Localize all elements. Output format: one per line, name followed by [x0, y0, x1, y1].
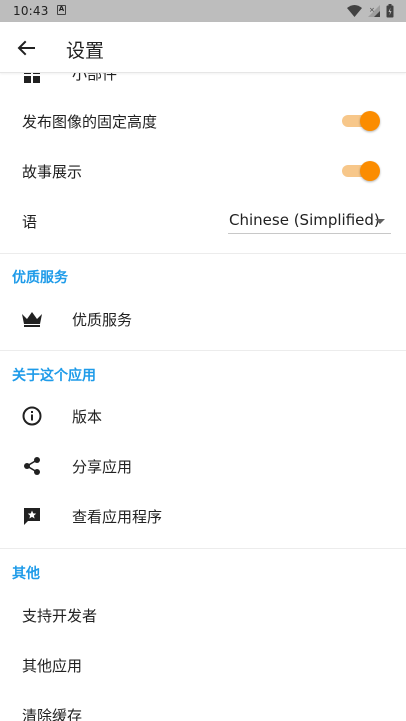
setting-version-label: 版本 — [72, 407, 103, 426]
arrow-left-icon — [17, 40, 35, 56]
wifi-icon — [347, 5, 362, 17]
status-time: 10:43 — [13, 4, 49, 18]
battery-icon — [386, 4, 394, 18]
setting-more-apps[interactable]: 其他应用 — [0, 640, 406, 690]
setting-premium[interactable]: 优质服务 — [0, 294, 406, 344]
divider — [0, 253, 406, 254]
back-button[interactable] — [12, 34, 40, 62]
setting-clear-cache-label: 清除缓存 — [22, 706, 83, 721]
setting-fixed-height-label: 发布图像的固定高度 — [22, 112, 158, 131]
setting-share-label: 分享应用 — [72, 457, 133, 476]
section-header-about: 关于这个应用 — [12, 368, 96, 384]
dropdown-arrow-icon — [375, 219, 385, 224]
language-dropdown[interactable]: Chinese (Simplified) — [228, 208, 391, 234]
section-header-other: 其他 — [12, 566, 40, 582]
setting-review-label: 查看应用程序 — [72, 507, 163, 526]
fixed-height-switch[interactable] — [340, 111, 380, 131]
setting-share[interactable]: 分享应用 — [0, 441, 406, 491]
setting-story[interactable]: 故事展示 — [0, 146, 406, 196]
language-value: Chinese (Simplified) — [229, 211, 380, 229]
info-icon — [21, 405, 43, 427]
notification-icon: A — [57, 5, 66, 15]
setting-version[interactable]: 版本 — [0, 391, 406, 441]
section-header-premium: 优质服务 — [12, 270, 68, 286]
grid-icon — [21, 73, 43, 86]
switch-thumb — [360, 111, 380, 131]
switch-thumb — [360, 161, 380, 181]
setting-support-developer[interactable]: 支持开发者 — [0, 590, 406, 640]
status-bar: 10:43 A × — [0, 0, 406, 22]
setting-story-label: 故事展示 — [22, 162, 83, 181]
setting-premium-label: 优质服务 — [72, 310, 133, 329]
setting-language-label: 语 — [22, 212, 38, 231]
feedback-icon — [21, 505, 43, 527]
setting-more-apps-label: 其他应用 — [22, 656, 83, 675]
setting-widget-label: 小部件 — [72, 73, 118, 83]
story-switch[interactable] — [340, 161, 380, 181]
setting-language[interactable]: 语 Chinese (Simplified) — [0, 196, 406, 246]
setting-clear-cache[interactable]: 清除缓存 — [0, 690, 406, 721]
setting-fixed-height[interactable]: 发布图像的固定高度 — [0, 96, 406, 146]
divider — [0, 350, 406, 351]
signal-icon: × — [368, 5, 380, 17]
divider — [0, 548, 406, 549]
crown-icon — [21, 308, 43, 330]
status-icons: × — [347, 4, 394, 18]
page-title: 设置 — [66, 40, 105, 62]
setting-widget[interactable]: 小部件 — [0, 73, 406, 83]
setting-support-label: 支持开发者 — [22, 606, 98, 625]
svg-text:×: × — [369, 6, 375, 14]
share-icon — [21, 455, 43, 477]
setting-review[interactable]: 查看应用程序 — [0, 491, 406, 541]
app-bar: 设置 — [0, 22, 406, 73]
settings-list[interactable]: 小部件 发布图像的固定高度 故事展示 语 Chinese (Simplified… — [0, 73, 406, 721]
